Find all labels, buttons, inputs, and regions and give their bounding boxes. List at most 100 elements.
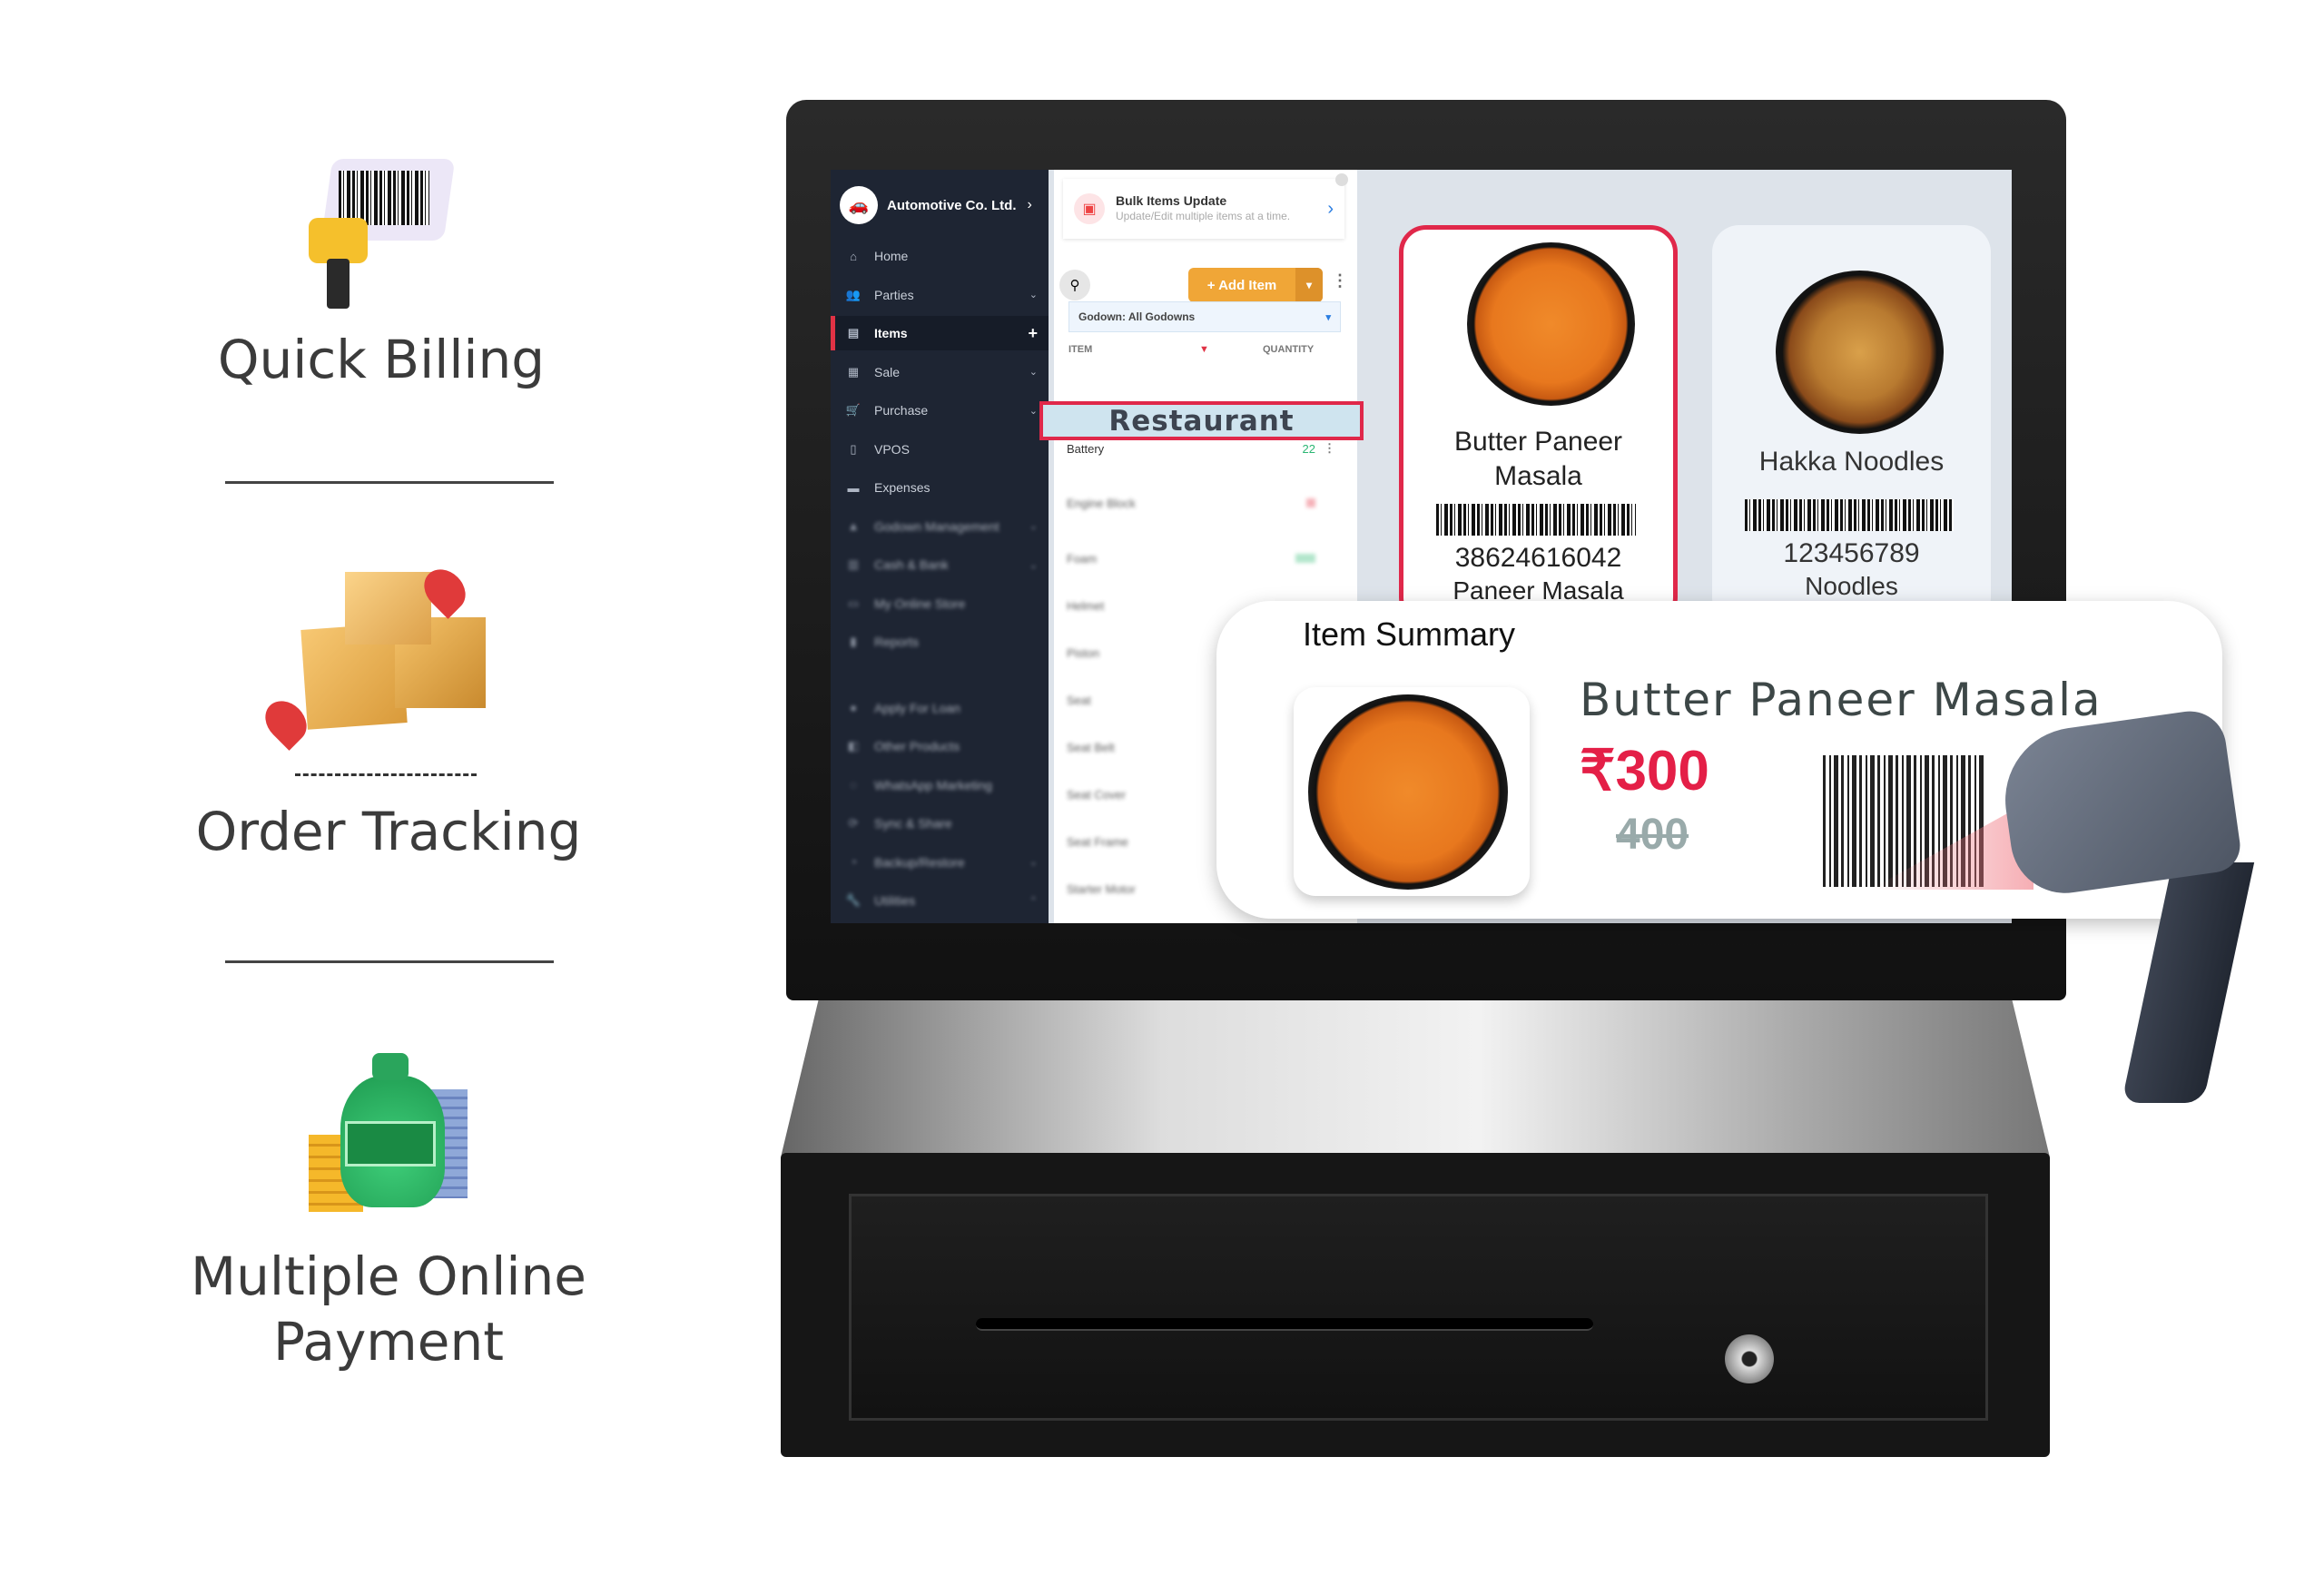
items-icon: ▤	[847, 326, 860, 340]
sidebar-item-expenses[interactable]: ▬ Expenses	[831, 470, 1049, 505]
chevron-right-icon: ›	[1327, 198, 1334, 219]
sidebar-item-label: Home	[874, 249, 909, 263]
item-name: Starter Motor	[1067, 881, 1136, 896]
table-row[interactable]: Foam	[1067, 545, 1339, 572]
food-image	[1467, 242, 1635, 406]
feature-online-payment-line1: Multiple Online	[191, 1245, 586, 1307]
filter-icon[interactable]: ▼	[1199, 344, 1209, 355]
loan-icon: ●	[850, 701, 857, 714]
sidebar-item-apply-for-loan[interactable]: ● Apply For Loan	[831, 691, 1049, 725]
chevron-icon: ⌄	[1029, 559, 1038, 571]
box-icon: ▣	[1074, 193, 1105, 224]
sidebar-item-label: Expenses	[874, 480, 931, 495]
sidebar: 🚗 Automotive Co. Ltd. › ⌂ Home 👥 Parties ⌄ ▤ I…	[831, 170, 1049, 923]
sidebar-item-label: Reports	[874, 635, 920, 649]
summary-price: ₹300	[1580, 740, 1709, 802]
search-button[interactable]: ⚲	[1059, 270, 1090, 300]
sidebar-item-label: WhatsApp Marketing	[874, 777, 992, 792]
sidebar-item-cash-bank[interactable]: ▥ Cash & Bank ⌄	[831, 547, 1049, 582]
chevron-right-icon: ›	[1027, 197, 1032, 212]
barcode-scanner-icon	[304, 154, 463, 309]
cash-drawer-slot	[976, 1318, 1593, 1331]
summary-item-name: Butter Paneer Masala	[1580, 674, 2102, 726]
sidebar-item-parties[interactable]: 👥 Parties ⌄	[831, 278, 1049, 312]
chevron-icon: ⌄	[1029, 290, 1038, 300]
sidebar-item-purchase[interactable]: 🛒 Purchase ⌄	[831, 393, 1049, 428]
chevron-down-icon[interactable]: ▾	[1295, 268, 1323, 302]
sidebar-item-label: Sale	[874, 364, 901, 379]
column-item: ITEM	[1068, 344, 1093, 355]
chevron-icon: ⌄	[1029, 857, 1038, 868]
item-card-hakka-noodles[interactable]: Hakka Noodles 123456789 Noodles	[1712, 225, 1991, 625]
item-card-butter-paneer[interactable]: Butter Paneer Masala 38624616042 Paneer …	[1399, 225, 1678, 625]
sidebar-item-label: Backup/Restore	[874, 854, 965, 870]
sidebar-item-label: Sync & Share	[874, 816, 952, 831]
users-icon: 👥	[845, 287, 862, 301]
summary-title: Item Summary	[1303, 615, 1516, 653]
godown-select[interactable]: Godown: All Godowns ▾	[1068, 301, 1341, 332]
chevron-icon: ⌄	[1029, 405, 1038, 417]
bank-icon: ▥	[847, 557, 860, 571]
sidebar-item-label: Godown Management	[874, 518, 1000, 534]
cash-drawer-top	[781, 999, 2050, 1157]
feature-order-tracking: Order Tracking	[195, 801, 582, 862]
bulk-subtitle: Update/Edit multiple items at a time.	[1116, 210, 1291, 222]
card-name: Hakka Noodles	[1758, 447, 1945, 477]
sidebar-item-sync-share[interactable]: ⟳ Sync & Share	[831, 806, 1049, 841]
godown-value: Godown: All Godowns	[1078, 310, 1196, 323]
barcode	[1745, 499, 1954, 531]
sidebar-item-label: Parties	[874, 287, 914, 302]
sidebar-item-items[interactable]: ▤ Items +	[831, 316, 1049, 350]
add-item-button[interactable]: + Add Item ▾	[1188, 268, 1323, 302]
search-icon: ⚲	[1069, 278, 1080, 293]
sidebar-item-backup-restore[interactable]: ◔ Backup/Restore ⌄	[831, 845, 1049, 880]
item-name: Battery	[1067, 441, 1105, 456]
card-code: 38624616042	[1454, 543, 1622, 573]
more-icon[interactable]: ⋮	[1324, 441, 1335, 456]
more-icon[interactable]: ⋮	[1332, 271, 1348, 290]
lock-icon	[1725, 1334, 1774, 1383]
packages-location-icon	[257, 561, 495, 785]
sync-icon: ⟳	[848, 816, 859, 830]
wrench-icon: 🔧	[845, 893, 862, 907]
sidebar-item-home[interactable]: ⌂ Home	[831, 239, 1049, 273]
bulk-items-update-banner[interactable]: ▣ Bulk Items Update Update/Edit multiple …	[1063, 173, 1348, 239]
close-icon[interactable]	[1335, 173, 1348, 186]
company-switcher[interactable]: 🚗 Automotive Co. Ltd. ›	[840, 182, 1049, 228]
card-subtitle: Noodles	[1805, 572, 1898, 600]
category-restaurant[interactable]: Restaurant	[1039, 401, 1364, 440]
sidebar-item-reports[interactable]: ▮ Reports	[831, 625, 1049, 659]
sidebar-item-label: Purchase	[874, 403, 929, 418]
sidebar-item-utilities[interactable]: 🔧 Utilities ⌃	[831, 883, 1049, 918]
item-name: Foam	[1067, 551, 1098, 566]
sidebar-item-my-online-store[interactable]: ▭ My Online Store	[831, 586, 1049, 621]
company-name: Automotive Co. Ltd.	[887, 197, 1017, 213]
chevron-icon: ⌃	[1029, 895, 1038, 907]
whatsapp-icon: ◌	[850, 778, 857, 792]
chevron-icon: ⌄	[1029, 367, 1038, 378]
column-quantity: QUANTITY	[1263, 344, 1315, 355]
barcode	[1436, 504, 1636, 536]
cash-drawer-front	[849, 1194, 1988, 1421]
products-icon: ◧	[847, 739, 860, 753]
card-name: Butter Paneer Masala	[1453, 427, 1623, 491]
sidebar-item-whatsapp-marketing[interactable]: ◌ WhatsApp Marketing	[831, 768, 1049, 802]
item-name: Piston	[1067, 645, 1100, 660]
sidebar-item-label: Other Products	[874, 739, 960, 753]
sale-icon: ▦	[847, 364, 860, 379]
item-name: Engine Block	[1067, 496, 1136, 510]
sidebar-item-other-products[interactable]: ◧ Other Products	[831, 729, 1049, 763]
sidebar-item-godown-management[interactable]: ▲ Godown Management ⌄	[831, 509, 1049, 544]
item-name: Helmet	[1067, 598, 1105, 613]
wallet-icon: ▬	[847, 480, 860, 495]
food-image	[1776, 271, 1944, 434]
warehouse-icon: ▲	[847, 519, 860, 533]
sidebar-item-sale[interactable]: ▦ Sale ⌄	[831, 355, 1049, 389]
table-row[interactable]: Engine Block	[1067, 489, 1339, 517]
divider	[225, 481, 554, 484]
company-logo: 🚗	[840, 186, 878, 224]
store-icon: ▭	[847, 596, 860, 610]
plus-icon[interactable]: +	[1028, 324, 1038, 343]
sidebar-item-vpos[interactable]: ▯ VPOS	[831, 432, 1049, 467]
item-name: Seat Cover	[1067, 787, 1127, 802]
